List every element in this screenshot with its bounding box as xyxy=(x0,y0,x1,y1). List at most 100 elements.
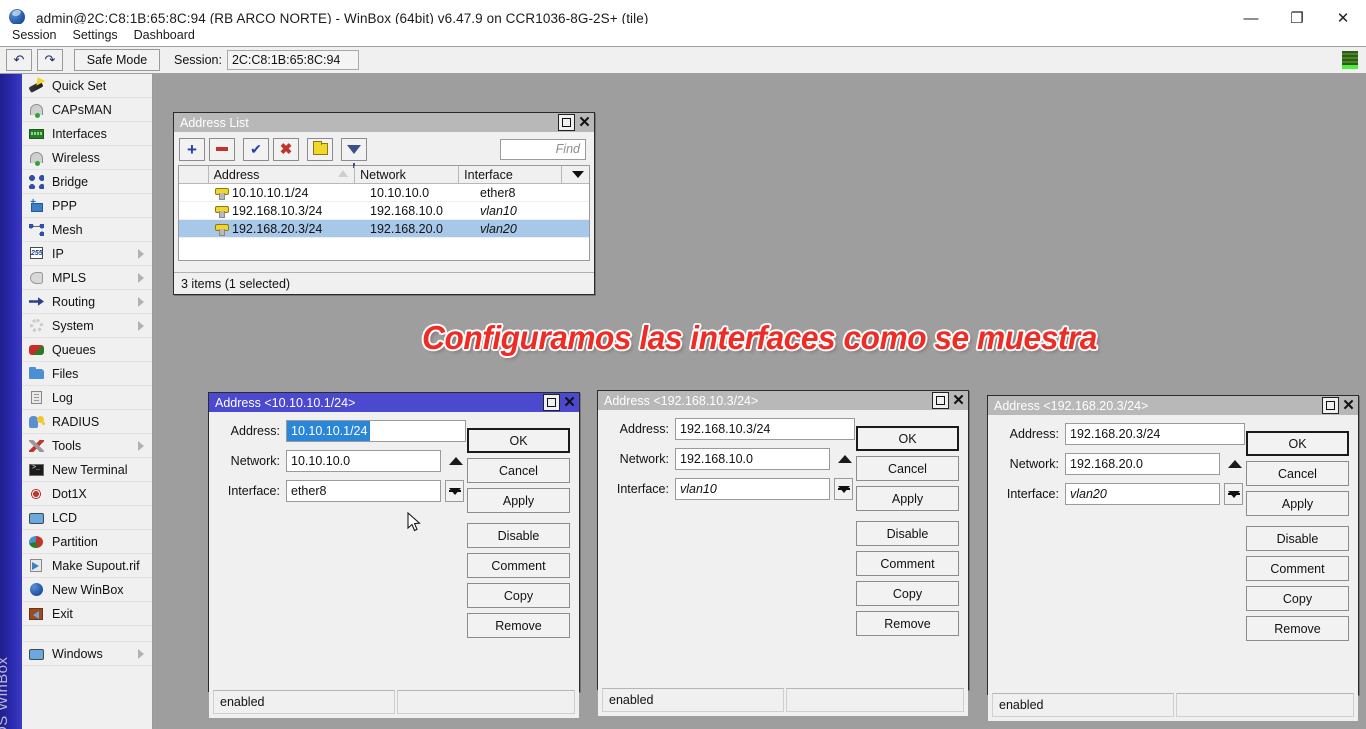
copy-button[interactable]: Copy xyxy=(856,581,959,606)
disable-button[interactable]: Disable xyxy=(1246,526,1349,551)
remove-button[interactable] xyxy=(209,138,235,161)
sidebar-item-system[interactable]: System xyxy=(22,314,152,338)
sidebar-item-interfaces[interactable]: Interfaces xyxy=(22,122,152,146)
dialog-status-extra xyxy=(1176,693,1354,717)
sidebar-item-make-supout[interactable]: Make Supout.rif xyxy=(22,554,152,578)
sidebar-item-bridge[interactable]: Bridge xyxy=(22,170,152,194)
ok-button[interactable]: OK xyxy=(467,428,570,453)
sidebar-item-queues[interactable]: Queues xyxy=(22,338,152,362)
sidebar-item-ip[interactable]: IP xyxy=(22,242,152,266)
sidebar-item-ppp[interactable]: PPP xyxy=(22,194,152,218)
address-dialog-2-titlebar[interactable]: Address <192.168.10.3/24> ✕ xyxy=(598,391,968,410)
ok-button[interactable]: OK xyxy=(1246,431,1349,456)
sidebar-item-quick-set[interactable]: Quick Set xyxy=(22,74,152,98)
sidebar-item-exit[interactable]: Exit xyxy=(22,602,152,626)
enable-button[interactable]: ✔ xyxy=(243,138,269,161)
sidebar-item-log[interactable]: Log xyxy=(22,386,152,410)
close-icon[interactable]: ✕ xyxy=(561,394,578,411)
address-input[interactable]: 192.168.20.3/24 xyxy=(1065,423,1245,445)
redo-icon[interactable]: ↷ xyxy=(37,49,63,71)
session-value[interactable]: 2C:C8:1B:65:8C:94 xyxy=(227,50,359,70)
remove-button[interactable]: Remove xyxy=(467,613,570,638)
restore-icon[interactable] xyxy=(1322,397,1339,414)
sidebar-item-files[interactable]: Files xyxy=(22,362,152,386)
sidebar-item-routing[interactable]: Routing xyxy=(22,290,152,314)
table-row[interactable]: 10.10.10.1/24 10.10.10.0 ether8 xyxy=(179,184,589,202)
remove-button[interactable]: Remove xyxy=(1246,616,1349,641)
address-list-titlebar[interactable]: Address List ✕ xyxy=(174,113,594,132)
address-dialog-3-titlebar[interactable]: Address <192.168.20.3/24> ✕ xyxy=(988,396,1358,415)
interface-dropdown-button[interactable] xyxy=(445,480,464,502)
interface-dropdown-button[interactable] xyxy=(1224,483,1243,505)
disable-button[interactable]: ✖ xyxy=(273,138,299,161)
disable-button[interactable]: Disable xyxy=(856,521,959,546)
apply-button[interactable]: Apply xyxy=(467,488,570,513)
address-input[interactable]: 10.10.10.1/24 xyxy=(286,420,466,442)
sidebar-item-label: Bridge xyxy=(52,175,88,189)
disable-button[interactable]: Disable xyxy=(467,523,570,548)
close-icon[interactable]: ✕ xyxy=(1340,397,1357,414)
sidebar-item-capsman[interactable]: CAPsMAN xyxy=(22,98,152,122)
column-header-interface[interactable]: Interface xyxy=(459,166,562,183)
sidebar-item-lcd[interactable]: LCD xyxy=(22,506,152,530)
restore-icon[interactable] xyxy=(558,114,575,131)
sidebar-item-wireless[interactable]: Wireless xyxy=(22,146,152,170)
interface-dropdown-button[interactable] xyxy=(834,478,853,500)
capsman-icon xyxy=(28,102,45,118)
interface-input[interactable]: vlan10 xyxy=(675,478,830,500)
sidebar-item-partition[interactable]: Partition xyxy=(22,530,152,554)
sidebar-item-windows[interactable]: Windows xyxy=(22,642,152,666)
dialog-status-text: enabled xyxy=(602,688,784,712)
address-input[interactable]: 192.168.10.3/24 xyxy=(675,418,855,440)
dialog-status-extra xyxy=(397,690,575,714)
comment-button[interactable]: Comment xyxy=(856,551,959,576)
add-button[interactable]: + xyxy=(179,138,205,161)
close-icon[interactable]: ✕ xyxy=(950,392,967,409)
column-header-network[interactable]: Network xyxy=(355,166,459,183)
menu-settings[interactable]: Settings xyxy=(64,26,125,44)
comment-button[interactable] xyxy=(307,138,333,161)
remove-button[interactable]: Remove xyxy=(856,611,959,636)
network-input[interactable]: 192.168.20.0 xyxy=(1065,453,1220,475)
interface-input[interactable]: vlan20 xyxy=(1065,483,1220,505)
comment-button[interactable]: Comment xyxy=(467,553,570,578)
menu-session[interactable]: Session xyxy=(4,26,64,44)
column-header-address[interactable]: Address xyxy=(209,166,356,183)
safe-mode-button[interactable]: Safe Mode xyxy=(74,49,160,71)
sidebar-item-mesh[interactable]: Mesh xyxy=(22,218,152,242)
restore-icon[interactable] xyxy=(543,394,560,411)
menu-dashboard[interactable]: Dashboard xyxy=(126,26,203,44)
network-input[interactable]: 192.168.10.0 xyxy=(675,448,830,470)
find-input[interactable]: Find xyxy=(500,139,586,160)
restore-icon[interactable] xyxy=(932,392,949,409)
cancel-button[interactable]: Cancel xyxy=(856,456,959,481)
column-chooser-button[interactable] xyxy=(562,166,589,183)
table-row[interactable]: 192.168.10.3/24 192.168.10.0 vlan10 xyxy=(179,202,589,220)
sidebar-item-radius[interactable]: RADIUS xyxy=(22,410,152,434)
copy-button[interactable]: Copy xyxy=(467,583,570,608)
interface-input[interactable]: ether8 xyxy=(286,480,441,502)
expand-up-icon[interactable] xyxy=(838,455,852,463)
dialog-status-text: enabled xyxy=(992,693,1174,717)
cancel-button[interactable]: Cancel xyxy=(467,458,570,483)
expand-up-icon[interactable] xyxy=(449,457,463,465)
apply-button[interactable]: Apply xyxy=(856,486,959,511)
sidebar-item-tools[interactable]: Tools xyxy=(22,434,152,458)
network-input[interactable]: 10.10.10.0 xyxy=(286,450,441,472)
comment-button[interactable]: Comment xyxy=(1246,556,1349,581)
close-icon[interactable]: ✕ xyxy=(576,114,593,131)
filter-button[interactable] xyxy=(341,138,367,161)
apply-button[interactable]: Apply xyxy=(1246,491,1349,516)
sidebar-item-dot1x[interactable]: Dot1X xyxy=(22,482,152,506)
ok-button[interactable]: OK xyxy=(856,426,959,451)
address-dialog-1-titlebar[interactable]: Address <10.10.10.1/24> ✕ xyxy=(209,393,579,412)
sidebar-item-new-terminal[interactable]: New Terminal xyxy=(22,458,152,482)
undo-icon[interactable]: ↶ xyxy=(6,49,32,71)
expand-up-icon[interactable] xyxy=(1228,460,1242,468)
copy-button[interactable]: Copy xyxy=(1246,586,1349,611)
table-row[interactable]: 192.168.20.3/24 192.168.20.0 vlan20 xyxy=(179,220,589,238)
network-label: Network: xyxy=(606,452,669,466)
sidebar-item-new-winbox[interactable]: New WinBox xyxy=(22,578,152,602)
cancel-button[interactable]: Cancel xyxy=(1246,461,1349,486)
sidebar-item-mpls[interactable]: MPLS xyxy=(22,266,152,290)
